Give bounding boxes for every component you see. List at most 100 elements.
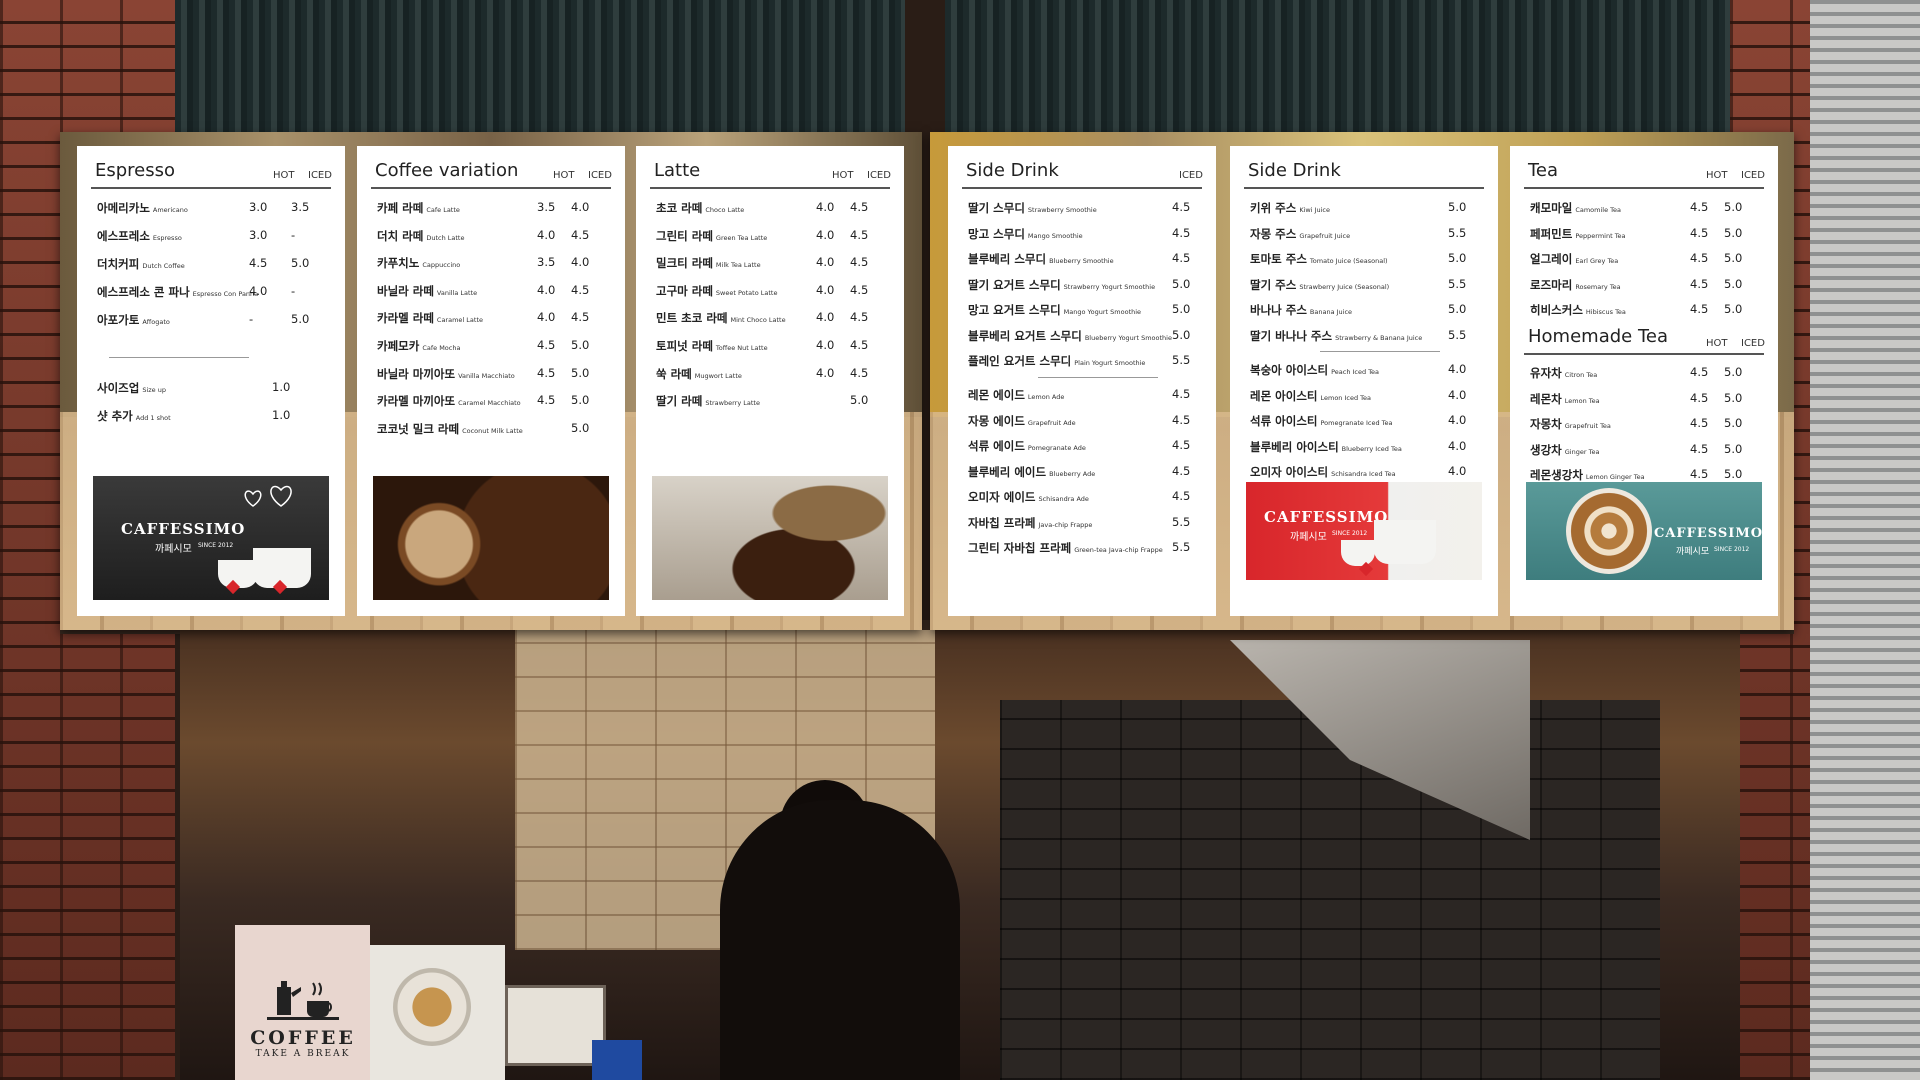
menu-item-english: Blueberry Smoothie (1049, 257, 1114, 265)
menu-item: 초코 라떼 Choco Latte 4.0 4.5 (656, 200, 890, 218)
menu-item: 로즈마리 Rosemary Tea 4.5 5.0 (1530, 277, 1764, 295)
menu-item: 망고 요거트 스무디 Mango Yogurt Smoothie 5.0 (968, 302, 1202, 320)
menu-item-english: Earl Grey Tea (1575, 257, 1619, 265)
menu-item-price-hot: 4.0 (249, 284, 268, 298)
menu-item-name: 카페 라떼 (377, 201, 424, 215)
menu-item: 레몬차 Lemon Tea 4.5 5.0 (1530, 391, 1764, 409)
menu-item-price-iced: 4.5 (850, 200, 869, 214)
cup-right (1374, 520, 1436, 564)
menu-item-price-iced: - (291, 284, 296, 298)
menu-item-price-hot: 3.5 (537, 200, 556, 214)
menu-item-price-iced: 5.0 (571, 365, 590, 380)
coffee-cup-photo (393, 968, 471, 1046)
menu-item: 딸기 바나나 주스 Strawberry & Banana Juice 5.5 (1250, 328, 1484, 346)
menu-item: 자몽 에이드 Grapefruit Ade 4.5 (968, 413, 1202, 431)
brand-logo: CAFFESSIMO (1654, 526, 1762, 541)
menu-item-name: 딸기 주스 (1250, 277, 1297, 292)
menu-item-english: Cafe Latte (426, 206, 460, 214)
menu-item-name: 망고 요거트 스무디 (968, 303, 1061, 317)
menu-item-price: 1.0 (272, 380, 291, 394)
menu-item-price-hot: 3.0 (249, 200, 268, 214)
napkin-holder (505, 985, 606, 1066)
coffee-beans-photo (373, 476, 609, 600)
menu-item-price-iced: 4.5 (1172, 463, 1191, 478)
menu-item-english: Lemon Iced Tea (1320, 393, 1372, 402)
menu-item-english: Grapefruit Ade (1027, 418, 1076, 427)
menu-item-price-iced: 4.5 (850, 338, 869, 352)
menu-item-price-hot: 4.5 (1690, 416, 1709, 430)
menu-item-price-iced: 4.5 (850, 365, 869, 380)
panel-side-drink-2: Side Drink CAFFESSIMO 까페시모 SINCE 2012 키위… (1230, 146, 1498, 616)
menu-item-name: 딸기 바나나 주스 (1250, 328, 1333, 343)
header-divider (91, 187, 331, 189)
menu-item-name: 고구마 라떼 (656, 283, 713, 298)
menu-item-name: 키위 주스 (1250, 201, 1297, 215)
menu-item-name: 사이즈업 (97, 381, 140, 395)
menu-item-price-hot: 4.0 (816, 255, 835, 270)
cup-left (218, 560, 258, 588)
menu-item-name: 블루베리 아이스티 (1250, 439, 1339, 454)
menu-item-english: Pomegranate Iced Tea (1320, 419, 1393, 427)
barista-silhouette (720, 800, 960, 1080)
menu-item-price-iced: 5.5 (1448, 225, 1467, 240)
menu-item: 아포가토 Affogato - 5.0 (97, 312, 331, 330)
menu-item-price-iced: 5.0 (1172, 276, 1191, 291)
menu-item-price-hot: - (249, 312, 254, 326)
hot-header: HOT (1706, 338, 1728, 349)
menu-item-name: 토마토 주스 (1250, 252, 1307, 266)
menu-item: 샷 추가 Add 1 shot 1.0 (97, 408, 331, 426)
menu-item-english: Green-tea Java-chip Frappe (1074, 546, 1163, 554)
panel-latte: Latte HOT ICED 초코 라떼 Choco Latte 4.0 4.5 그린티… (636, 146, 904, 616)
menu-item-name: 밀크티 라떼 (656, 256, 713, 271)
menu-item-name: 레몬 에이드 (968, 388, 1025, 402)
menu-item: 딸기 스무디 Strawberry Smoothie 4.5 (968, 200, 1202, 218)
menu-item-price-hot: 4.5 (1690, 276, 1709, 291)
menu-item-price-iced: 4.0 (1448, 438, 1467, 453)
menu-item-english: Schisandra Iced Tea (1331, 470, 1396, 478)
menu-item-name: 생강차 (1530, 442, 1562, 457)
hot-header: HOT (273, 170, 295, 181)
menu-item-price-iced: - (291, 228, 296, 242)
menu-item: 페퍼민트 Peppermint Tea 4.5 5.0 (1530, 226, 1764, 244)
homemade-tea-title: Homemade Tea (1528, 326, 1668, 347)
menu-item-price-iced: 4.0 (1448, 362, 1467, 376)
corrugated-wall-right (945, 0, 1805, 132)
panel-title: Espresso (95, 160, 176, 181)
menu-item-price-hot: 4.0 (537, 227, 556, 242)
menu-item-name: 아메리카노 (97, 201, 150, 215)
menu-item-price-hot: 4.0 (816, 227, 835, 242)
panel-espresso: Espresso HOT ICED CAFFESSIMO 까페시모 SINCE … (77, 146, 345, 616)
corrugated-wall-left (175, 0, 905, 132)
menu-item-price-iced: 5.5 (1172, 540, 1191, 554)
menu-item: 플레인 요거트 스무디 Plain Yogurt Smoothie 5.5 (968, 353, 1202, 371)
section-divider (1038, 377, 1158, 378)
latte-art-photo (1566, 488, 1652, 574)
menu-item-name: 아포가토 (97, 313, 140, 327)
menu-item: 카푸치노 Cappuccino 3.5 4.0 (377, 255, 611, 273)
section-divider (109, 357, 249, 358)
menu-item-price-iced: 5.0 (1724, 225, 1743, 240)
heart-doodle-icon (244, 485, 292, 507)
menu-item-english: Choco Latte (705, 206, 745, 214)
menu-item-name: 오미자 에이드 (968, 490, 1036, 504)
iced-header: ICED (588, 170, 612, 181)
menu-item-english: Grapefruit Juice (1299, 231, 1351, 240)
coffee-sack-photo (652, 476, 888, 600)
menu-item: 자몽차 Grapefruit Tea 4.5 5.0 (1530, 416, 1764, 434)
menu-item-english: Pomegranate Ade (1027, 444, 1086, 452)
menu-item-name: 자몽 주스 (1250, 226, 1297, 241)
menu-item-name: 로즈마리 (1530, 277, 1573, 292)
menu-item-name: 더치 라떼 (377, 228, 424, 243)
menu-item-english: Plain Yogurt Smoothie (1074, 359, 1146, 367)
menu-item: 에스프레소 Espresso 3.0 - (97, 228, 331, 246)
menu-item-price-iced: 5.0 (1724, 441, 1743, 456)
menu-item: 고구마 라떼 Sweet Potato Latte 4.0 4.5 (656, 283, 890, 301)
menu-item-name: 레몬차 (1530, 391, 1562, 406)
menu-board-left: Espresso HOT ICED CAFFESSIMO 까페시모 SINCE … (60, 132, 922, 630)
menu-item: 석류 아이스티 Pomegranate Iced Tea 4.0 (1250, 413, 1484, 431)
menu-item-english: Grapefruit Tea (1564, 422, 1611, 430)
header-divider (371, 187, 611, 189)
menu-item-name: 초코 라떼 (656, 201, 703, 215)
menu-item-name: 바닐라 마끼아또 (377, 366, 456, 381)
menu-item-price-iced: 5.0 (1724, 416, 1743, 430)
